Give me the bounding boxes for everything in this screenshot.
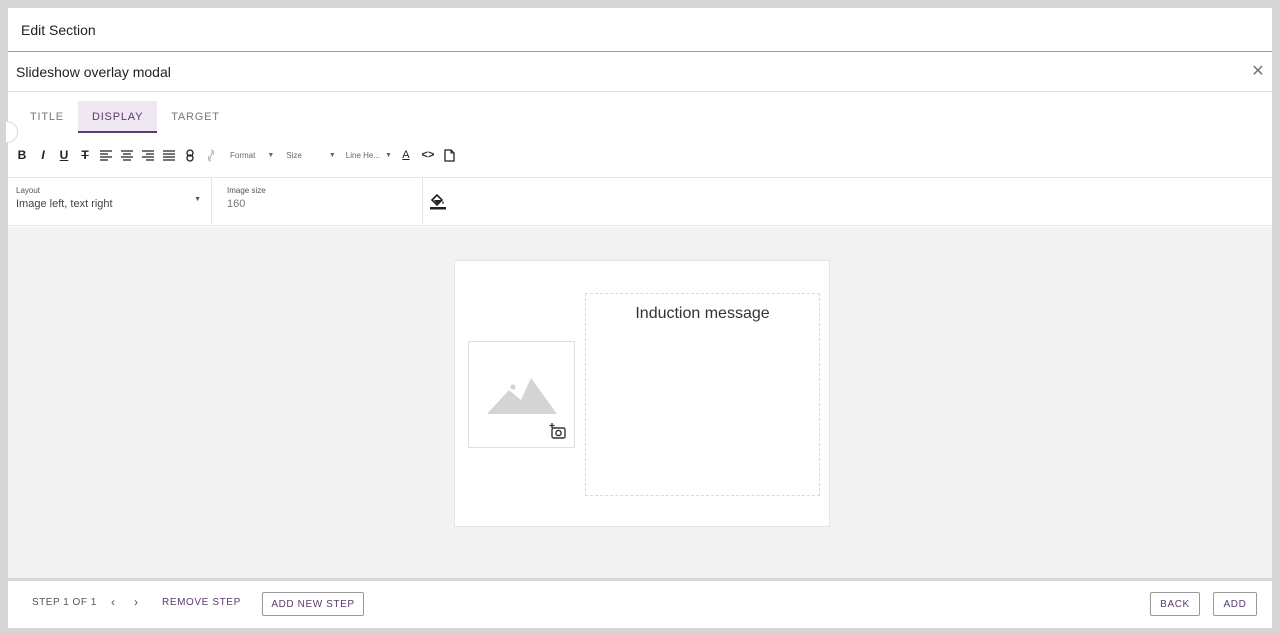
link-icon[interactable] (182, 146, 198, 164)
image-size-field[interactable]: Image size 160 (213, 178, 423, 226)
image-placeholder[interactable] (468, 341, 575, 448)
document-icon[interactable] (442, 146, 458, 164)
modal-title-bar: Slideshow overlay modal ✕ (8, 52, 1272, 92)
align-center-icon[interactable] (119, 146, 135, 164)
close-icon[interactable]: ✕ (1248, 62, 1268, 82)
font-color-glyph: A (402, 149, 410, 161)
layout-label: Layout (16, 186, 41, 195)
display-options-row: Layout Image left, text right ▼ Image si… (8, 178, 1272, 226)
code-view-glyph: <> (421, 149, 435, 161)
chevron-down-icon: ▼ (194, 196, 201, 203)
step-footer: STEP 1 OF 1 ‹ › REMOVE STEP ADD NEW STEP… (8, 578, 1272, 628)
align-justify-icon[interactable] (161, 146, 177, 164)
paint-bucket-icon[interactable] (428, 190, 448, 212)
italic-button[interactable]: I (35, 146, 51, 164)
strikethrough-button[interactable]: T (77, 146, 93, 164)
tab-display[interactable]: DISPLAY (77, 101, 158, 133)
back-button[interactable]: BACK (1150, 592, 1200, 616)
layout-value: Image left, text right (16, 198, 113, 210)
font-color-icon[interactable]: A (398, 146, 414, 164)
underline-button[interactable]: U (56, 146, 72, 164)
rich-text-toolbar: B I U T Format ▼ Size ▼ Line He... ▼ A <… (14, 145, 463, 165)
add-button[interactable]: ADD (1213, 592, 1257, 616)
line-height-select-label: Line He... (345, 150, 381, 160)
add-new-step-button[interactable]: ADD NEW STEP (262, 592, 364, 616)
line-height-select[interactable]: Line He... ▼ (346, 146, 392, 164)
format-select-label: Format (230, 150, 256, 160)
modal-title: Slideshow overlay modal (16, 63, 171, 80)
slideshow-preview-card: Induction message (454, 260, 830, 527)
tab-bar: TITLE DISPLAY TARGET (16, 101, 234, 133)
chevron-down-icon: ▼ (267, 151, 275, 159)
layout-select[interactable]: Layout Image left, text right ▼ (16, 178, 212, 226)
step-indicator: STEP 1 OF 1 (32, 597, 97, 608)
message-text-area[interactable]: Induction message (585, 293, 820, 496)
image-size-value: 160 (227, 198, 246, 210)
unlink-icon[interactable] (203, 146, 219, 164)
code-view-icon[interactable]: <> (419, 146, 437, 164)
preview-canvas: Induction message (8, 227, 1272, 578)
bold-button[interactable]: B (14, 146, 30, 164)
format-select[interactable]: Format ▼ (230, 146, 274, 164)
induction-message[interactable]: Induction message (586, 305, 819, 323)
chevron-down-icon: ▼ (328, 151, 336, 159)
image-size-label: Image size (227, 186, 266, 195)
align-left-icon[interactable] (98, 146, 114, 164)
add-photo-icon[interactable] (549, 422, 567, 440)
remove-step-button[interactable]: REMOVE STEP (162, 597, 241, 608)
chevron-down-icon: ▼ (385, 151, 392, 159)
previous-step-button[interactable]: ‹ (111, 595, 115, 609)
size-select-label: Size (286, 150, 302, 160)
tab-title[interactable]: TITLE (16, 101, 78, 133)
edit-section-panel: Edit Section Slideshow overlay modal ✕ T… (6, 8, 1272, 628)
size-select[interactable]: Size ▼ (286, 146, 336, 164)
next-step-button[interactable]: › (134, 595, 138, 609)
edit-section-header: Edit Section (8, 8, 1272, 52)
align-right-icon[interactable] (140, 146, 156, 164)
tab-target[interactable]: TARGET (157, 101, 234, 133)
page-title: Edit Section (21, 21, 96, 38)
